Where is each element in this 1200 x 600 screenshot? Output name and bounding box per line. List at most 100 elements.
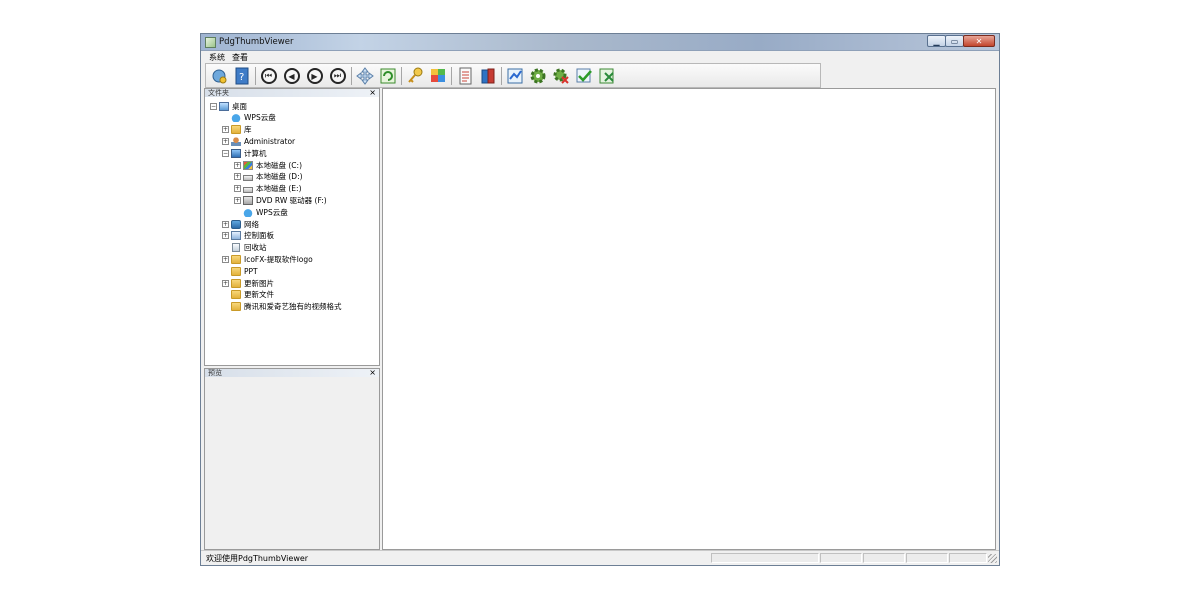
preview-panel-title: 预览 — [208, 369, 222, 377]
folder-icon — [231, 302, 241, 312]
expand-icon[interactable]: + — [234, 173, 241, 181]
plugin-button[interactable] — [428, 67, 447, 85]
tree-item[interactable]: + 更新图片 — [221, 277, 274, 289]
minimize-button[interactable]: ▁ — [927, 35, 946, 47]
settings-icon — [530, 68, 545, 84]
folder-icon — [231, 266, 241, 276]
maximize-button[interactable]: ▭ — [945, 35, 964, 47]
tree-item-label: DVD RW 驱动器 (F:) — [256, 195, 327, 205]
chart-icon — [507, 68, 522, 84]
preview-panel-close-button[interactable]: × — [369, 369, 376, 377]
tree-item[interactable]: 更新文件 — [221, 289, 274, 301]
check-button[interactable] — [574, 67, 593, 85]
tree-item[interactable]: + 库 — [221, 124, 252, 136]
tree-item[interactable]: + 本地磁盘 (C:) — [233, 159, 302, 171]
tree-item[interactable]: WPS云盘 — [233, 206, 288, 218]
window-title: PdgThumbViewer — [219, 37, 294, 47]
key-button[interactable] — [405, 67, 424, 85]
exit-icon — [599, 68, 614, 84]
expand-icon[interactable]: + — [222, 137, 229, 145]
expand-icon[interactable]: + — [222, 232, 229, 240]
chart-button[interactable] — [505, 67, 524, 85]
status-cell — [820, 553, 862, 563]
tree-item-label: Administrator — [244, 136, 296, 146]
tree-item[interactable]: 腾讯和爱奇艺独有的视频格式 — [221, 301, 342, 313]
books-button[interactable] — [478, 67, 497, 85]
resize-grip[interactable] — [988, 554, 997, 563]
move-icon — [355, 67, 374, 85]
folder-icon — [231, 125, 241, 135]
tree-item[interactable]: + 本地磁盘 (E:) — [233, 183, 302, 195]
expand-icon[interactable]: + — [222, 279, 229, 287]
expand-icon[interactable]: + — [234, 185, 241, 193]
tree-item-label: 回收站 — [244, 243, 267, 253]
menu-view[interactable]: 查看 — [232, 52, 248, 63]
last-page-icon: ⏭ — [329, 68, 346, 84]
tree-item-label: 控制面板 — [244, 231, 274, 241]
expand-icon[interactable]: + — [222, 255, 229, 263]
status-cell — [863, 553, 905, 563]
expand-icon[interactable]: + — [222, 126, 229, 134]
tree-item-label: PPT — [244, 266, 258, 276]
status-cell — [711, 553, 819, 563]
refresh-button[interactable] — [378, 67, 397, 85]
svg-text:?: ? — [239, 72, 244, 83]
bin-icon — [232, 243, 240, 253]
last-page-button[interactable]: ⏭ — [328, 67, 347, 85]
cloud-icon — [231, 113, 241, 123]
title-bar[interactable]: PdgThumbViewer ▁ ▭ ✕ — [201, 34, 999, 51]
status-text: 欢迎使用PdgThumbViewer — [206, 554, 309, 563]
tree-item[interactable]: + DVD RW 驱动器 (F:) — [233, 194, 327, 206]
close-button[interactable]: ✕ — [963, 35, 995, 47]
user-icon — [231, 136, 241, 146]
tree-item[interactable]: + 本地磁盘 (D:) — [233, 171, 303, 183]
previous-page-icon: ◀ — [283, 68, 300, 84]
folder-icon — [231, 290, 241, 300]
tree-item-label: 计算机 — [244, 148, 267, 158]
tree-item-label: IcoFX-提取软件logo — [244, 254, 313, 264]
remove-settings-button[interactable] — [551, 67, 570, 85]
settings-button[interactable] — [528, 67, 547, 85]
next-page-icon: ▶ — [306, 68, 323, 84]
menu-system[interactable]: 系统 — [209, 52, 225, 63]
folder-panel-close-button[interactable]: × — [369, 89, 376, 97]
puzzle-icon — [430, 69, 445, 82]
expand-icon[interactable]: + — [234, 196, 241, 204]
tree-item[interactable]: + 网络 — [221, 218, 259, 230]
tree-item[interactable]: − 计算机 — [221, 147, 267, 159]
books-icon — [481, 68, 494, 84]
collapse-icon[interactable]: − — [222, 149, 229, 157]
find-icon — [212, 69, 226, 84]
first-page-button[interactable]: ⏮ — [259, 67, 278, 85]
tree-item-label: 桌面 — [232, 101, 247, 111]
folder-panel-header: 文件夹 × — [205, 89, 379, 97]
tree-item[interactable]: + 控制面板 — [221, 230, 274, 242]
previous-page-button[interactable]: ◀ — [282, 67, 301, 85]
thumbnail-view[interactable] — [382, 88, 996, 550]
collapse-icon[interactable]: − — [210, 102, 217, 110]
tree-item-label: WPS云盘 — [256, 207, 288, 217]
close-icon: ✕ — [975, 36, 983, 46]
tree-item-label: 本地磁盘 (E:) — [256, 184, 302, 194]
computer-icon — [231, 148, 241, 158]
find-button[interactable] — [210, 67, 229, 85]
drive-icon — [243, 187, 253, 194]
tree-item[interactable]: PPT — [221, 265, 258, 277]
exit-button[interactable] — [597, 67, 616, 85]
app-icon — [205, 37, 216, 48]
expand-icon[interactable]: + — [234, 161, 241, 169]
tree-item[interactable]: 回收站 — [221, 242, 267, 254]
folder-panel: 文件夹 × − 桌面 WPS云盘 + 库 + Administrator − 计算机 + 本地磁盘 … — [204, 88, 380, 366]
tree-item[interactable]: − 桌面 — [209, 100, 247, 112]
document-button[interactable] — [455, 67, 474, 85]
next-page-button[interactable]: ▶ — [305, 67, 324, 85]
move-button[interactable] — [355, 67, 374, 85]
folder-panel-title: 文件夹 — [208, 89, 229, 97]
help-button[interactable]: ? — [232, 67, 251, 85]
expand-icon[interactable]: + — [222, 220, 229, 228]
refresh-icon — [380, 68, 395, 84]
tree-item[interactable]: + Administrator — [221, 135, 295, 147]
tree-item[interactable]: + IcoFX-提取软件logo — [221, 253, 313, 265]
tree-item[interactable]: WPS云盘 — [221, 112, 276, 124]
document-icon — [459, 67, 471, 85]
